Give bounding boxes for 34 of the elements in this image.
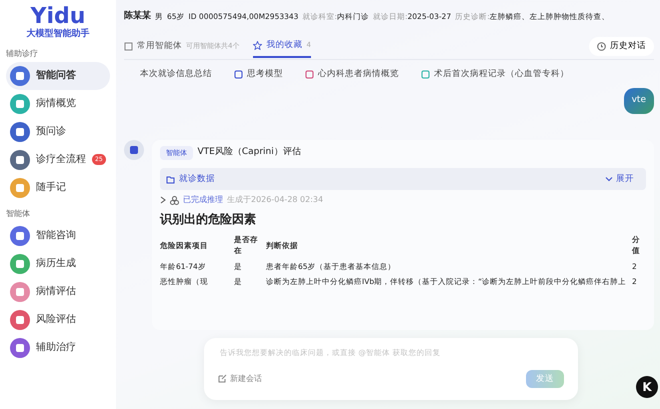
new-chat-button[interactable]: 新建会话 [218,372,262,385]
floating-badge[interactable]: K [636,376,658,398]
expand-toggle[interactable]: 展开 [599,172,640,186]
logo-text: Yidu [30,6,86,28]
logo-subtitle: 大模型智能助手 [25,28,90,41]
quick-link[interactable]: 本次就诊信息总结 [140,68,212,80]
sidebar-item[interactable]: 辅助治疗 [6,334,110,362]
sidebar-item[interactable]: 病历生成 [6,250,110,278]
sidebar-item[interactable]: 智能问答 [6,62,110,90]
section-title: 辅助诊疗 [6,48,39,60]
patient-name: 陈某某 [124,10,151,24]
sidebar-item[interactable]: 风险评估 [6,306,110,334]
section-title: 智能体 [6,208,31,220]
nodes-icon [170,196,179,204]
folder-icon [166,174,175,184]
sidebar-item[interactable]: 随手记 [6,174,110,202]
star-icon [253,41,262,50]
generated-time: 生成于2026-04-28 02:34 [227,194,324,206]
sidebar-item[interactable]: 智能咨询 [6,222,110,250]
quick-link[interactable]: 术后首次病程记录（心血管专科） [421,68,569,80]
section-heading: 识别出的危险因素 [160,211,257,228]
reasoning-status: 已完成推理 [183,194,223,206]
sidebar-item[interactable]: 预问诊 [6,118,110,146]
quick-link[interactable]: 心内科患者病情概览 [305,68,399,80]
edit-icon [218,374,227,384]
answer-title: VTE风险（Caprini）评估 [198,146,301,159]
clock-icon [597,42,606,51]
section-label: 就诊数据 [179,172,215,186]
history-button[interactable]: 历史对话 [589,37,654,56]
sidebar-item[interactable]: 病情概览 [6,90,110,118]
bot-avatar [124,140,144,160]
sidebar-item[interactable]: 病情评估 [6,278,110,306]
user-message: vte [624,88,654,114]
quick-link[interactable]: 思考模型 [234,68,283,80]
